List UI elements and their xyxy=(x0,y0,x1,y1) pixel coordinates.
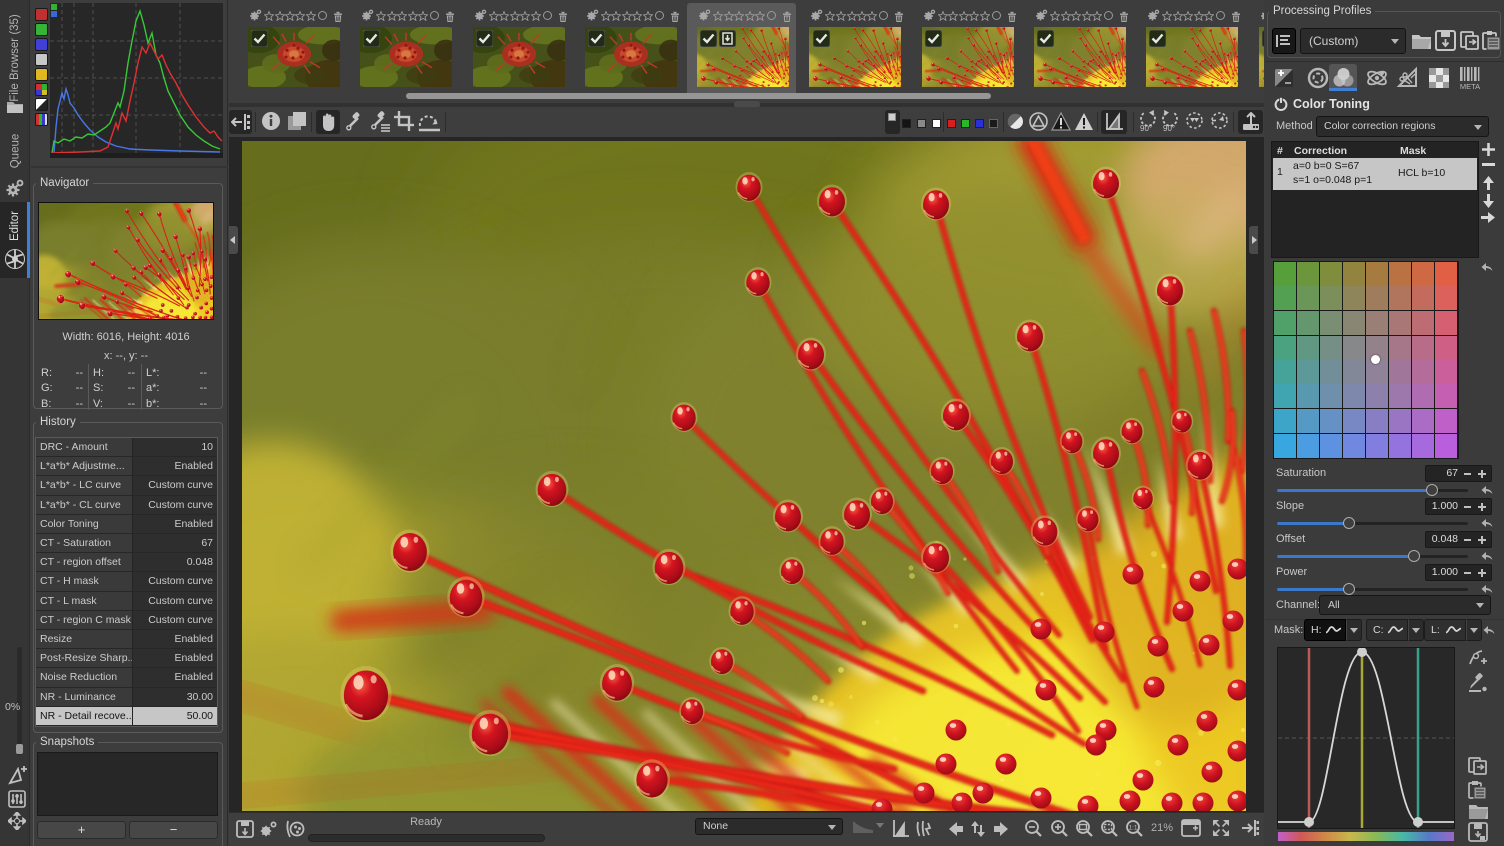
svg-text:1:1: 1:1 xyxy=(1128,825,1137,832)
svg-text:META: META xyxy=(1460,82,1480,90)
